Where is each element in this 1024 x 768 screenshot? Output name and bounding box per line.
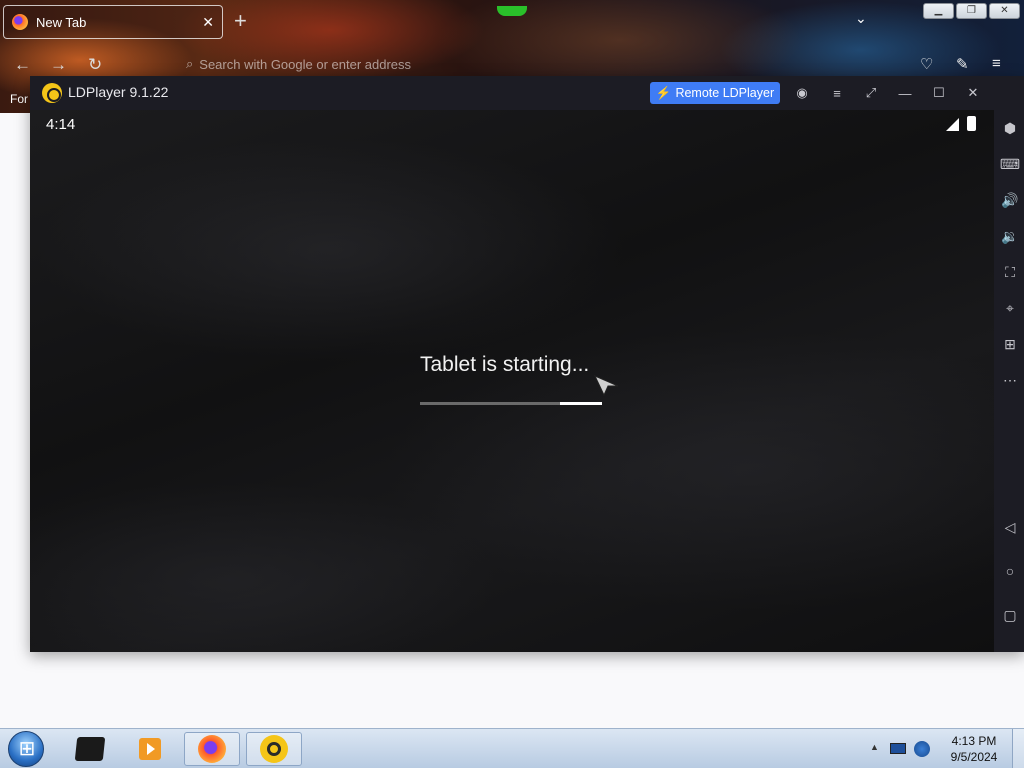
- volume-up-icon[interactable]: 🔊: [1001, 191, 1019, 209]
- maximize-icon[interactable]: ☐: [931, 85, 947, 101]
- green-indicator: [497, 6, 527, 16]
- lightning-icon: ⚡: [655, 85, 672, 100]
- signal-icon: [946, 118, 959, 131]
- show-hidden-icons[interactable]: ▲: [870, 742, 879, 752]
- window-title: LDPlayer 9.1.22: [68, 84, 169, 100]
- menu-icon[interactable]: ≡: [829, 85, 845, 101]
- taskbar-app-ldplayer[interactable]: [246, 732, 302, 766]
- recent-apps-icon[interactable]: ▢: [1001, 606, 1019, 624]
- taskbar: ▲ 4:13 PM 9/5/2024: [0, 728, 1024, 768]
- taskbar-app-terminal[interactable]: [62, 732, 118, 766]
- android-screen[interactable]: 4:14 Tablet is starting...: [30, 110, 994, 652]
- remote-ldplayer-button[interactable]: ⚡ Remote LDPlayer: [650, 82, 780, 104]
- clock-time: 4:13 PM: [951, 734, 997, 748]
- minimize-button[interactable]: ▁: [923, 3, 954, 19]
- show-desktop-button[interactable]: [1012, 729, 1024, 768]
- terminal-icon: [74, 737, 106, 761]
- ldplayer-icon: [260, 735, 288, 763]
- boot-progress-fill: [560, 402, 602, 405]
- pocket-icon[interactable]: ♡: [920, 55, 933, 73]
- ldplayer-sidebar: ⬢ ⌨ 🔊 🔉 ⛶ ⌖ ⊞ ⋯ ◁ ○ ▢: [994, 76, 1024, 652]
- tab-title: New Tab: [36, 14, 87, 30]
- boot-progress-bar: [420, 402, 602, 405]
- network-icon[interactable]: [914, 741, 930, 757]
- screenshot-icon[interactable]: ⛶: [1001, 263, 1019, 281]
- clock-date: 9/5/2024: [950, 750, 998, 764]
- keyboard-icon[interactable]: ⌨: [1000, 155, 1020, 173]
- ldplayer-logo-icon: [42, 83, 62, 103]
- gamepad-icon[interactable]: ⬢: [1001, 119, 1019, 137]
- taskbar-app-media[interactable]: [122, 732, 178, 766]
- home-icon[interactable]: ○: [1001, 562, 1019, 580]
- extensions-icon[interactable]: ✎: [956, 55, 969, 73]
- back-arrow-icon[interactable]: ←: [14, 55, 31, 75]
- list-all-tabs-icon[interactable]: ⌄: [855, 10, 867, 27]
- address-bar[interactable]: ⌕ Search with Google or enter address: [186, 52, 506, 76]
- battery-icon: [967, 116, 976, 131]
- menu-icon[interactable]: ≡: [992, 55, 1001, 72]
- firefox-icon: [198, 735, 226, 763]
- more-icon[interactable]: ⋯: [1001, 371, 1019, 389]
- search-icon: ⌕: [186, 56, 194, 71]
- gps-icon[interactable]: ⌖: [1001, 299, 1019, 317]
- close-icon[interactable]: ✕: [965, 85, 981, 101]
- taskbar-app-firefox[interactable]: [184, 732, 240, 766]
- display-icon[interactable]: [890, 743, 906, 754]
- status-bar-time: 4:14: [46, 116, 76, 133]
- add-app-icon[interactable]: ⊞: [1001, 335, 1019, 353]
- firefox-icon: [12, 14, 28, 30]
- browser-tab[interactable]: New Tab ✕: [3, 5, 223, 39]
- system-clock[interactable]: 4:13 PM 9/5/2024: [944, 733, 1004, 765]
- ldplayer-window: LDPlayer 9.1.22 ⚡ Remote LDPlayer ◉ ≡ ⤢ …: [30, 76, 1024, 652]
- back-icon[interactable]: ◁: [1001, 518, 1019, 536]
- new-tab-button[interactable]: +: [234, 8, 247, 34]
- restore-button[interactable]: ❐: [956, 3, 987, 19]
- mouse-cursor-icon: [593, 375, 619, 396]
- start-button[interactable]: [8, 731, 45, 767]
- minimize-icon[interactable]: —: [897, 85, 913, 101]
- window-controls: ▁ ❐ ✕: [923, 3, 1020, 19]
- forward-arrow-icon[interactable]: →: [50, 55, 67, 75]
- remote-ldplayer-label: Remote LDPlayer: [675, 86, 775, 100]
- boot-status-text: Tablet is starting...: [420, 353, 590, 376]
- tab-close-icon[interactable]: ✕: [202, 14, 214, 31]
- resize-icon[interactable]: ⤢: [863, 85, 879, 101]
- bookmark-item[interactable]: For: [10, 92, 28, 106]
- close-button[interactable]: ✕: [989, 3, 1020, 19]
- ldplayer-titlebar: LDPlayer 9.1.22 ⚡ Remote LDPlayer ◉ ≡ ⤢ …: [30, 76, 1024, 110]
- reload-icon[interactable]: ↻: [88, 55, 102, 75]
- account-icon[interactable]: ◉: [794, 85, 810, 101]
- address-placeholder: Search with Google or enter address: [199, 56, 412, 72]
- volume-down-icon[interactable]: 🔉: [1001, 227, 1019, 245]
- media-player-icon: [139, 738, 161, 760]
